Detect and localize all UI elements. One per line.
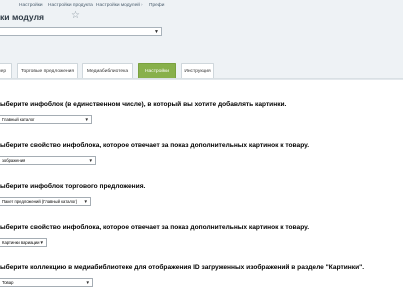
- chevron-down-icon: ▼: [85, 280, 90, 285]
- breadcrumb-separator-icon: ›: [40, 3, 42, 8]
- breadcrumb-item-module-settings[interactable]: Настройки модулей: [96, 3, 140, 8]
- tab-bar: нер Торговые предложения Медиабиблиотека…: [0, 60, 403, 79]
- chevron-down-icon: ▼: [88, 158, 93, 163]
- tab-settings[interactable]: Настройки: [138, 63, 176, 78]
- breadcrumb-item-settings[interactable]: Настройки: [19, 3, 43, 8]
- breadcrumb-separator-icon: ›: [88, 3, 90, 8]
- setting-label: ыберите коллекцию в медиабиблиотеке для …: [0, 264, 365, 271]
- chevron-down-icon: ▼: [83, 199, 88, 204]
- setting-label: ыберите свойство инфоблока, которое отве…: [0, 224, 310, 231]
- site-select[interactable]: ▼: [0, 27, 162, 36]
- page-title: ки модуля: [0, 12, 45, 22]
- setting-select[interactable]: Товар ▼: [0, 278, 93, 287]
- breadcrumb-item-product-settings[interactable]: Настройки продукта: [48, 3, 93, 8]
- star-icon[interactable]: ☆: [71, 11, 80, 21]
- admin-header: Настройки › Настройки продукта › Настрой…: [0, 0, 403, 60]
- tab-trade-offers[interactable]: Торговые предложения: [17, 63, 78, 78]
- settings-form: ыберите инфоблок (в единственном числе),…: [0, 79, 403, 295]
- breadcrumb-item-current: Префи: [149, 3, 165, 8]
- chevron-down-icon: ▼: [39, 240, 44, 245]
- setting-label: ыберите свойство инфоблока, которое отве…: [0, 142, 310, 149]
- tab-media-library[interactable]: Медиабиблиотека: [82, 63, 133, 78]
- tab-partial[interactable]: нер: [0, 63, 12, 78]
- breadcrumb-separator-icon: ›: [141, 3, 143, 8]
- tab-instructions[interactable]: Инструкция: [181, 63, 214, 78]
- setting-select[interactable]: Пакет предложений (Главный каталог) ▼: [0, 197, 91, 206]
- chevron-down-icon: ▼: [154, 29, 159, 35]
- setting-label: ыберите инфоблок (в единственном числе),…: [0, 101, 287, 108]
- setting-select[interactable]: зображения ▼: [0, 156, 96, 165]
- setting-select[interactable]: Главный каталог ▼: [0, 115, 92, 124]
- setting-label: ыберите инфоблок торгового предложения.: [0, 183, 146, 190]
- chevron-down-icon: ▼: [84, 117, 89, 122]
- setting-select[interactable]: Картинки вариации ▼: [0, 238, 47, 247]
